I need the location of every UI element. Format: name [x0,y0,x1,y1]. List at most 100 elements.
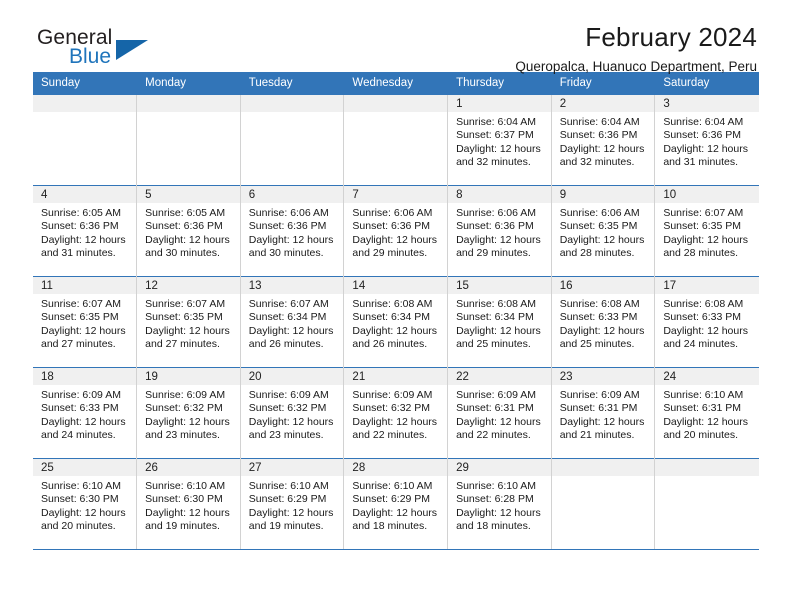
calendar-day-cell-empty [136,94,241,186]
calendar-day-cell[interactable]: 20 Sunrise: 6:09 AM Sunset: 6:32 PM Dayligh… [240,367,345,459]
daylight-text-line2: and 26 minutes. [352,338,428,351]
day-number: 17 [655,277,759,294]
sunset-text: Sunset: 6:37 PM [456,129,534,142]
day-number: 4 [33,186,137,203]
calendar-day-cell-empty [551,458,656,550]
calendar-day-cell[interactable]: 29 Sunrise: 6:10 AM Sunset: 6:28 PM Dayligh… [447,458,552,550]
day-details: Sunrise: 6:06 AM Sunset: 6:35 PM Daylight:… [552,203,655,261]
day-details: Sunrise: 6:10 AM Sunset: 6:28 PM Daylight:… [448,476,551,534]
calendar-day-cell[interactable]: 16 Sunrise: 6:08 AM Sunset: 6:33 PM Dayligh… [551,276,656,368]
calendar-day-cell[interactable]: 9 Sunrise: 6:06 AM Sunset: 6:35 PM Daylight… [551,185,656,277]
sunset-text: Sunset: 6:29 PM [352,493,431,506]
general-blue-logo[interactable]: General Blue [37,27,217,77]
day-number [551,459,655,476]
daylight-text-line2: and 30 minutes. [145,247,220,260]
calendar-day-cell[interactable]: 25 Sunrise: 6:10 AM Sunset: 6:30 PM Dayligh… [33,458,138,550]
calendar-day-cell[interactable]: 11 Sunrise: 6:07 AM Sunset: 6:35 PM Dayligh… [33,276,138,368]
day-number: 2 [551,95,655,112]
sunset-text: Sunset: 6:35 PM [145,311,223,324]
sunset-text: Sunset: 6:36 PM [663,129,741,142]
daylight-text-line2: and 24 minutes. [663,338,739,351]
day-number: 8 [448,186,551,203]
sunrise-text: Sunrise: 6:04 AM [456,116,537,128]
daylight-text-line1: Daylight: 12 hours [248,415,334,428]
daylight-text-line2: and 23 minutes. [145,429,220,442]
daylight-text-line1: Daylight: 12 hours [559,142,645,155]
calendar-day-cell[interactable]: 2 Sunrise: 6:04 AM Sunset: 6:36 PM Daylight… [551,94,656,186]
sunrise-text: Sunrise: 6:07 AM [663,207,744,219]
sunrise-text: Sunrise: 6:09 AM [145,389,226,401]
day-number: 23 [551,368,655,385]
calendar-day-cell[interactable]: 12 Sunrise: 6:07 AM Sunset: 6:35 PM Dayligh… [136,276,241,368]
sunrise-text: Sunrise: 6:09 AM [248,389,329,401]
sunrise-text: Sunrise: 6:09 AM [559,389,640,401]
day-number: 21 [344,368,448,385]
day-number [137,95,240,112]
daylight-text-line2: and 29 minutes. [352,247,428,260]
calendar-day-cell[interactable]: 8 Sunrise: 6:06 AM Sunset: 6:36 PM Daylight… [447,185,552,277]
day-number: 26 [137,459,240,476]
calendar-day-cell[interactable]: 27 Sunrise: 6:10 AM Sunset: 6:29 PM Dayligh… [240,458,345,550]
sunset-text: Sunset: 6:36 PM [352,220,431,233]
sunset-text: Sunset: 6:36 PM [456,220,534,233]
calendar-grid: Sunday Monday Tuesday Wednesday Thursday… [33,72,759,550]
sunset-text: Sunset: 6:32 PM [145,402,223,415]
sunset-text: Sunset: 6:31 PM [663,402,741,415]
calendar-day-cell-empty [240,94,345,186]
day-number [33,95,137,112]
calendar-day-cell[interactable]: 1 Sunrise: 6:04 AM Sunset: 6:37 PM Daylight… [447,94,552,186]
sunset-text: Sunset: 6:36 PM [145,220,223,233]
daylight-text-line1: Daylight: 12 hours [145,415,230,428]
day-details: Sunrise: 6:07 AM Sunset: 6:35 PM Daylight:… [137,294,240,352]
calendar-day-cell[interactable]: 14 Sunrise: 6:08 AM Sunset: 6:34 PM Dayligh… [343,276,449,368]
day-number: 24 [655,368,759,385]
daylight-text-line1: Daylight: 12 hours [663,324,748,337]
day-number: 5 [137,186,240,203]
daylight-text-line2: and 18 minutes. [352,520,428,533]
calendar-day-cell[interactable]: 21 Sunrise: 6:09 AM Sunset: 6:32 PM Dayligh… [343,367,449,459]
sunrise-text: Sunrise: 6:08 AM [352,298,433,310]
calendar-day-cell[interactable]: 19 Sunrise: 6:09 AM Sunset: 6:32 PM Dayligh… [136,367,241,459]
calendar-day-cell[interactable]: 26 Sunrise: 6:10 AM Sunset: 6:30 PM Dayligh… [136,458,241,550]
daylight-text-line2: and 23 minutes. [248,429,324,442]
calendar-day-cell[interactable]: 4 Sunrise: 6:05 AM Sunset: 6:36 PM Daylight… [33,185,138,277]
daylight-text-line2: and 27 minutes. [145,338,220,351]
day-number: 12 [137,277,240,294]
calendar-day-cell[interactable]: 23 Sunrise: 6:09 AM Sunset: 6:31 PM Dayligh… [551,367,656,459]
day-details: Sunrise: 6:09 AM Sunset: 6:31 PM Daylight:… [552,385,655,443]
calendar-day-cell[interactable]: 7 Sunrise: 6:06 AM Sunset: 6:36 PM Daylight… [343,185,449,277]
sunset-text: Sunset: 6:28 PM [456,493,534,506]
calendar-week-row: 18 Sunrise: 6:09 AM Sunset: 6:33 PM Dayligh… [33,367,759,459]
day-details: Sunrise: 6:10 AM Sunset: 6:29 PM Daylight:… [344,476,447,534]
daylight-text-line2: and 18 minutes. [456,520,531,533]
calendar-day-cell[interactable]: 5 Sunrise: 6:05 AM Sunset: 6:36 PM Daylight… [136,185,241,277]
calendar-day-cell[interactable]: 22 Sunrise: 6:09 AM Sunset: 6:31 PM Dayligh… [447,367,552,459]
day-number: 1 [448,95,551,112]
calendar-day-cell[interactable]: 3 Sunrise: 6:04 AM Sunset: 6:36 PM Daylight… [654,94,759,186]
daylight-text-line1: Daylight: 12 hours [663,415,748,428]
sunrise-text: Sunrise: 6:09 AM [456,389,537,401]
day-number: 16 [551,277,655,294]
sunrise-text: Sunrise: 6:05 AM [41,207,121,219]
day-number: 19 [137,368,240,385]
day-details: Sunrise: 6:08 AM Sunset: 6:34 PM Daylight:… [344,294,447,352]
sunset-text: Sunset: 6:35 PM [41,311,119,324]
day-number: 9 [551,186,655,203]
daylight-text-line2: and 20 minutes. [41,520,116,533]
calendar-day-cell[interactable]: 6 Sunrise: 6:06 AM Sunset: 6:36 PM Daylight… [240,185,345,277]
calendar-day-cell[interactable]: 24 Sunrise: 6:10 AM Sunset: 6:31 PM Dayligh… [654,367,759,459]
sunset-text: Sunset: 6:35 PM [559,220,638,233]
calendar-day-cell[interactable]: 15 Sunrise: 6:08 AM Sunset: 6:34 PM Dayligh… [447,276,552,368]
day-details: Sunrise: 6:09 AM Sunset: 6:32 PM Daylight:… [137,385,240,443]
day-number: 10 [655,186,759,203]
calendar-day-cell[interactable]: 28 Sunrise: 6:10 AM Sunset: 6:29 PM Dayligh… [343,458,449,550]
sunrise-text: Sunrise: 6:04 AM [663,116,744,128]
calendar-day-cell[interactable]: 13 Sunrise: 6:07 AM Sunset: 6:34 PM Dayligh… [240,276,345,368]
daylight-text-line1: Daylight: 12 hours [352,506,438,519]
day-details: Sunrise: 6:09 AM Sunset: 6:32 PM Daylight:… [241,385,344,443]
calendar-day-cell[interactable]: 18 Sunrise: 6:09 AM Sunset: 6:33 PM Dayligh… [33,367,138,459]
day-details: Sunrise: 6:07 AM Sunset: 6:34 PM Daylight:… [241,294,344,352]
calendar-day-cell[interactable]: 10 Sunrise: 6:07 AM Sunset: 6:35 PM Dayligh… [654,185,759,277]
calendar-day-cell[interactable]: 17 Sunrise: 6:08 AM Sunset: 6:33 PM Dayligh… [654,276,759,368]
sunset-text: Sunset: 6:33 PM [663,311,741,324]
